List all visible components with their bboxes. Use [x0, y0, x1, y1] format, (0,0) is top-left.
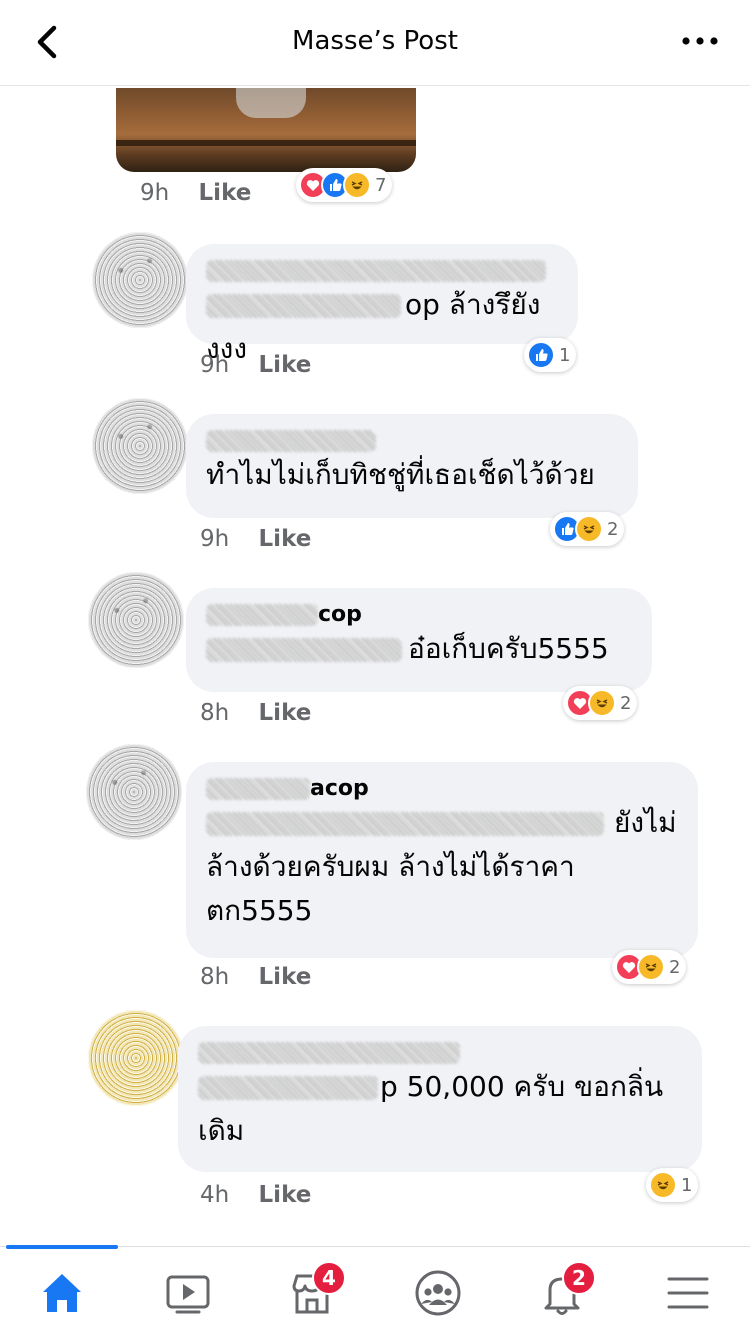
comment-bubble: op ล้างรึยังงงง [186, 244, 578, 365]
avatar[interactable] [92, 232, 188, 328]
post-reactions[interactable]: 7 [296, 168, 393, 202]
comment-reactions[interactable]: 1 [524, 338, 577, 372]
comment-bubble: p 50,000 ครับ ขอกลิ่น เดิม [178, 1026, 702, 1172]
comment-meta: 9h Like [200, 526, 311, 552]
reaction-count: 1 [681, 1174, 693, 1196]
reaction-count: 2 [620, 692, 632, 714]
haha-reaction-icon [343, 171, 371, 199]
notifications-badge: 2 [562, 1261, 596, 1295]
post-like-link[interactable]: Like [199, 180, 252, 206]
haha-reaction-icon [588, 689, 616, 717]
comment-author[interactable] [198, 1040, 682, 1065]
marketplace-badge: 4 [312, 1261, 346, 1295]
comment-like-link[interactable]: Like [259, 964, 312, 990]
more-options-button[interactable] [680, 26, 720, 56]
reaction-count: 1 [559, 344, 571, 366]
comment-time: 8h [200, 964, 230, 990]
comment-bubble: acop ยังไม่ ล้างด้วยครับผม ล้างไม่ได้ราค… [186, 762, 698, 958]
comment-time: 9h [200, 352, 230, 378]
avatar[interactable] [92, 398, 188, 494]
like-reaction-icon [527, 341, 555, 369]
comment-author[interactable] [206, 258, 558, 283]
comment-text: p 50,000 ครับ ขอกลิ่น เดิม [198, 1070, 664, 1147]
nav-groups[interactable] [408, 1265, 468, 1321]
avatar[interactable] [88, 1010, 184, 1106]
groups-icon [415, 1270, 461, 1316]
comment-time: 4h [200, 1182, 230, 1208]
nav-menu[interactable] [658, 1265, 718, 1321]
nav-marketplace[interactable]: 4 [282, 1261, 346, 1321]
post-time: 9h [140, 180, 170, 206]
post-photo[interactable] [116, 88, 416, 172]
comment-author[interactable]: acop [206, 776, 678, 801]
bottom-nav: 4 2 [0, 1245, 750, 1336]
comment-reactions[interactable]: 1 [646, 1168, 699, 1202]
comment-reactions[interactable]: 2 [612, 950, 687, 984]
haha-reaction-icon [649, 1171, 677, 1199]
comment-like-link[interactable]: Like [259, 700, 312, 726]
avatar[interactable] [88, 572, 184, 668]
comment-reactions[interactable]: 2 [563, 686, 638, 720]
hamburger-menu-icon [667, 1277, 709, 1309]
video-icon [166, 1275, 210, 1314]
comment-meta: 9h Like [200, 352, 311, 378]
comment-like-link[interactable]: Like [259, 1182, 312, 1208]
top-bar: Masse’s Post [0, 0, 750, 86]
haha-reaction-icon [575, 515, 603, 543]
nav-notifications[interactable]: 2 [532, 1261, 596, 1321]
comment-text: อ๋อเก็บครับ5555 [206, 627, 632, 671]
post-meta: 9h Like [140, 180, 251, 206]
comment-meta: 8h Like [200, 700, 311, 726]
comment-text: ยังไม่ ล้างด้วยครับผม ล้างไม่ได้ราคา ตก5… [206, 806, 677, 927]
home-icon [43, 1274, 81, 1312]
comment-reactions[interactable]: 2 [550, 512, 625, 546]
nav-home[interactable] [32, 1265, 92, 1321]
comment-author[interactable] [206, 428, 618, 453]
comment-meta: 8h Like [200, 964, 311, 990]
nav-video[interactable] [158, 1265, 218, 1321]
comment-time: 9h [200, 526, 230, 552]
comment-time: 8h [200, 700, 230, 726]
more-dots-icon [682, 37, 718, 45]
comment-author[interactable]: cop [206, 602, 632, 627]
comment-text: ทำไมไม่เก็บทิชชู่ที่เธอเช็ดไว้ด้วย [206, 458, 595, 491]
reaction-count: 2 [669, 956, 681, 978]
avatar[interactable] [86, 744, 182, 840]
comment-bubble: ทำไมไม่เก็บทิชชู่ที่เธอเช็ดไว้ด้วย [186, 414, 638, 518]
comment-meta: 4h Like [200, 1182, 311, 1208]
reaction-count: 2 [607, 518, 619, 540]
comment-bubble: cop อ๋อเก็บครับ5555 [186, 588, 652, 692]
comment-like-link[interactable]: Like [259, 352, 312, 378]
page-title: Masse’s Post [292, 26, 458, 56]
haha-reaction-icon [637, 953, 665, 981]
active-tab-indicator [6, 1245, 118, 1249]
reaction-count: 7 [375, 174, 387, 196]
comment-like-link[interactable]: Like [259, 526, 312, 552]
